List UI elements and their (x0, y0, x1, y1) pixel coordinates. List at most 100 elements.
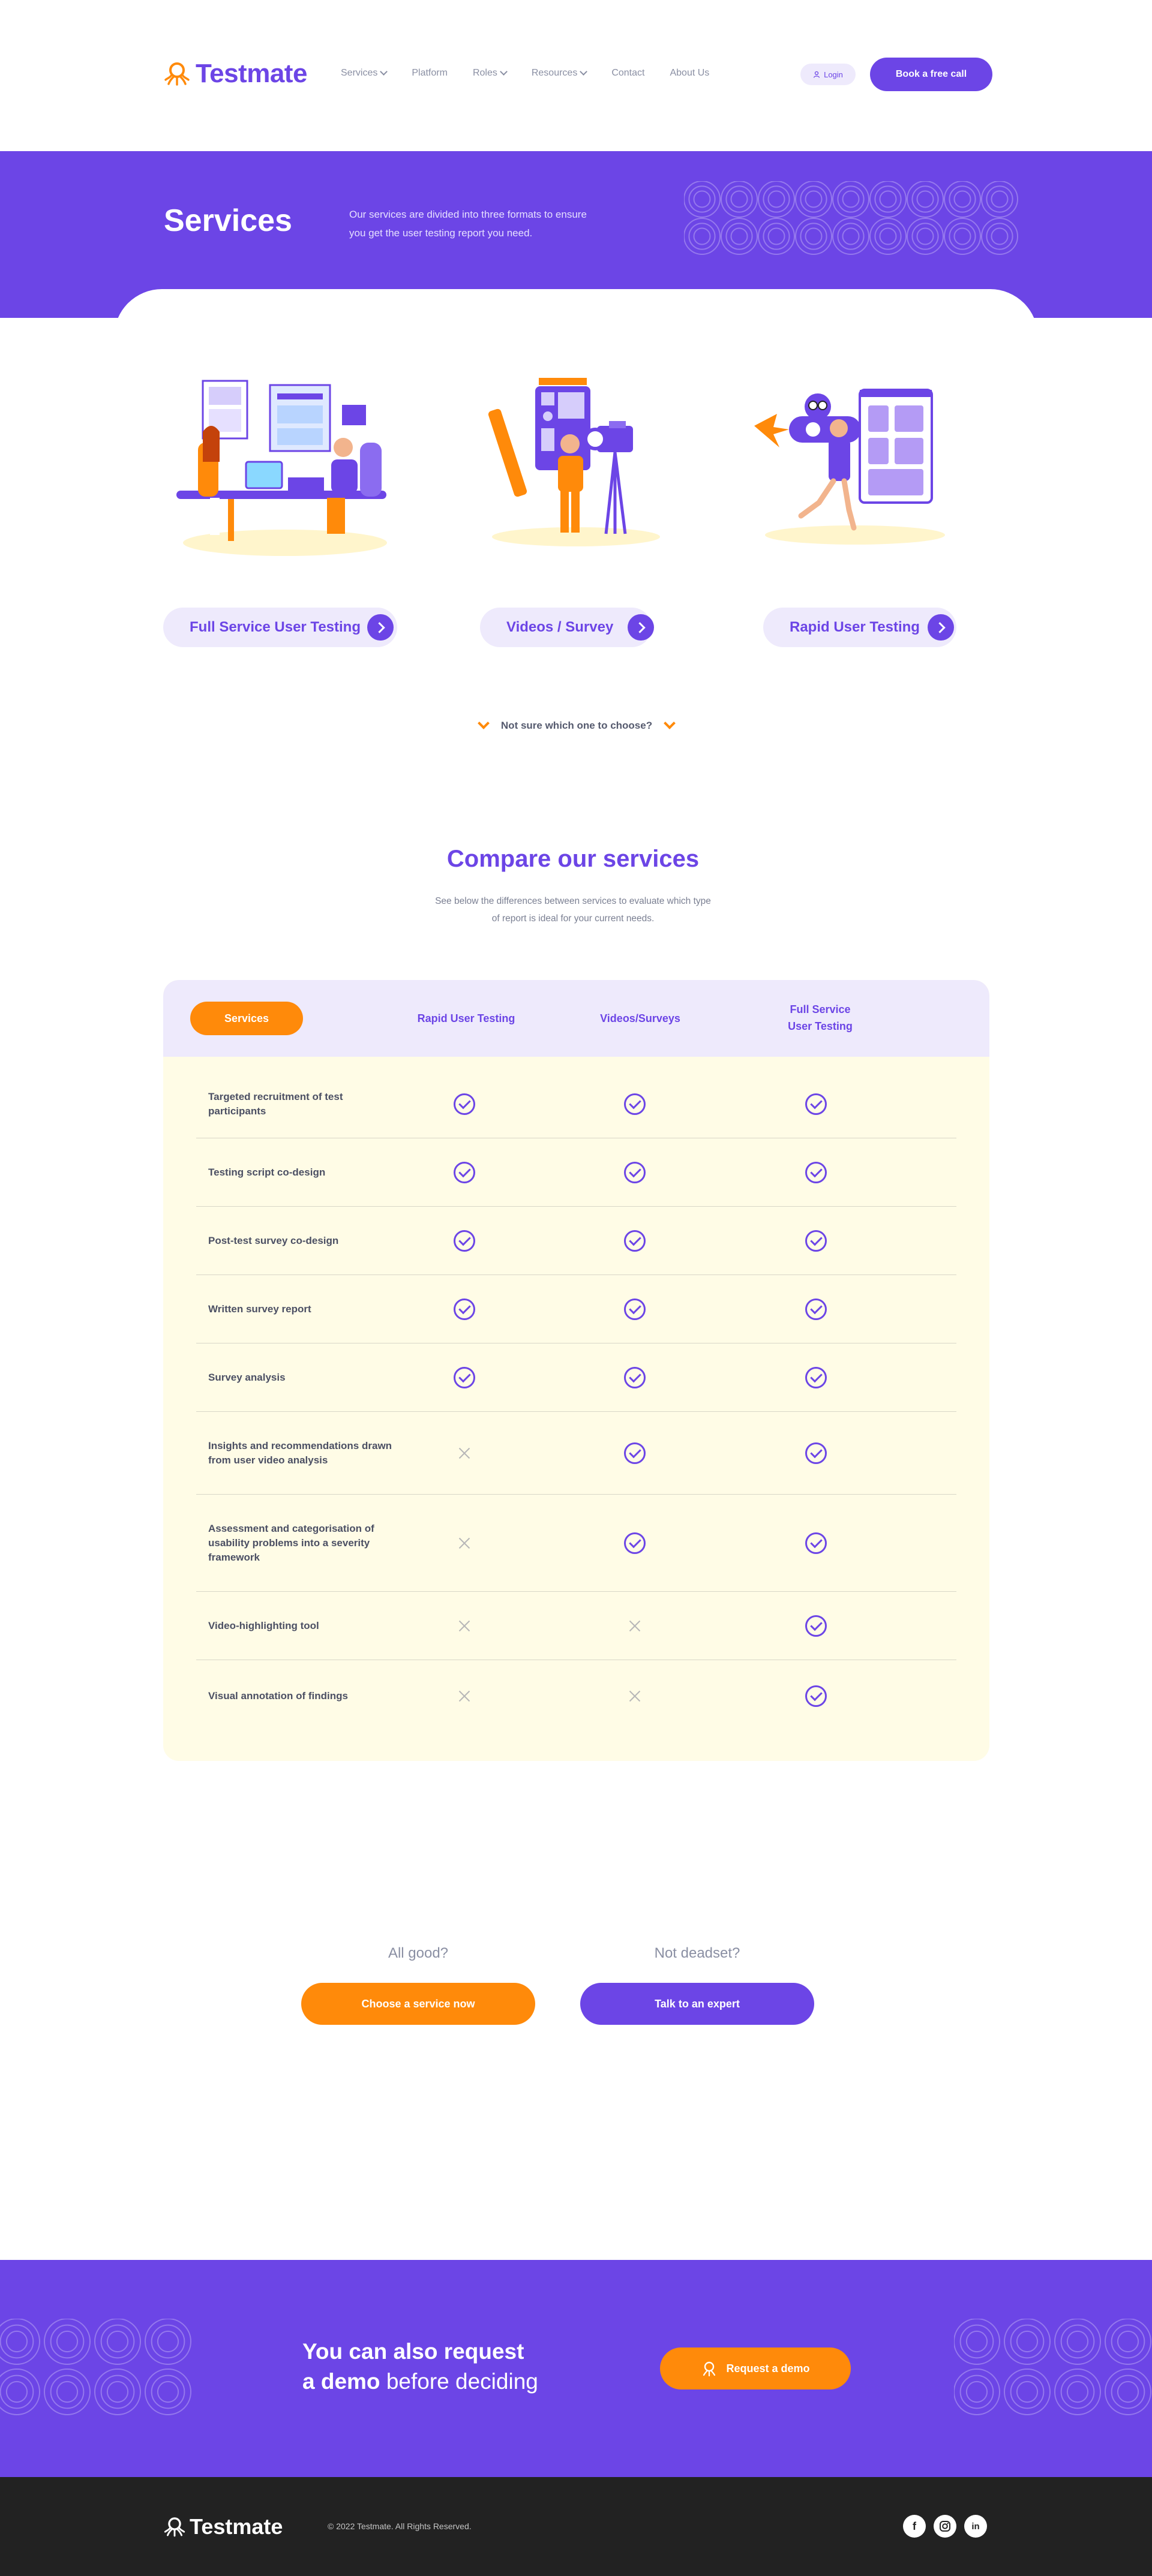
chevron-right-icon[interactable] (367, 614, 394, 641)
table-row: Insights and recommendations drawn from … (196, 1412, 956, 1495)
chevron-down-icon (478, 717, 490, 729)
cell-full-included (804, 1614, 828, 1638)
talk-expert-button[interactable]: Talk to an expert (580, 1983, 814, 2025)
instagram-icon[interactable] (934, 2515, 956, 2538)
cell-rapid-excluded (452, 1614, 476, 1638)
feature-label: Visual annotation of findings (208, 1690, 348, 1702)
demo-heading: You can also request a demo before decid… (302, 2337, 538, 2397)
request-demo-button[interactable]: Request a demo (660, 2347, 851, 2389)
video-survey-illustration (488, 378, 660, 546)
pattern-ring (949, 223, 976, 250)
check-icon (624, 1230, 646, 1252)
check-icon (805, 1532, 827, 1554)
cell-videos-included (623, 1531, 647, 1555)
nav-item-roles[interactable]: Roles (473, 68, 508, 79)
octopus-logo-icon (164, 2517, 185, 2537)
service-card-videos-survey[interactable]: Videos / Survey (480, 608, 652, 647)
cell-full-included (804, 1441, 828, 1465)
pattern-ring (1117, 2330, 1139, 2353)
login-button[interactable]: Login (800, 64, 856, 85)
check-icon (805, 1093, 827, 1115)
footer-logo[interactable]: Testmate (163, 2514, 283, 2539)
column-full-line2: User Testing (788, 1020, 853, 1032)
pattern-ring (5, 2330, 28, 2353)
book-call-button[interactable]: Book a free call (870, 58, 992, 91)
nav-label: Resources (531, 68, 578, 78)
pattern-ring (837, 223, 865, 250)
pattern-ring (879, 190, 897, 208)
cell-videos-excluded (623, 1614, 647, 1638)
cell-full-included (804, 1161, 828, 1185)
pattern-ring (916, 227, 934, 245)
pattern-ring (0, 2374, 34, 2409)
nav-item-contact[interactable]: Contact (611, 68, 644, 79)
table-row: Targeted recruitment of test participant… (196, 1070, 956, 1138)
not-sure-label: Not sure which one to choose? (500, 720, 653, 731)
circle-pattern-icon (684, 181, 1018, 255)
feature-label: Post-test survey co-design (208, 1235, 339, 1246)
user-icon (813, 71, 820, 78)
cell-rapid-included (452, 1366, 476, 1390)
pattern-ring (151, 2374, 185, 2409)
pattern-ring (842, 227, 860, 245)
pattern-ring (693, 190, 711, 208)
cell-full-included (804, 1684, 828, 1708)
table-row: Post-test survey co-design (196, 1207, 956, 1275)
check-icon (805, 1230, 827, 1252)
pattern-ring (763, 223, 790, 250)
check-icon (805, 1615, 827, 1637)
nav-label: Platform (412, 68, 448, 78)
pattern-ring (730, 227, 748, 245)
cell-videos-included (623, 1161, 647, 1185)
pattern-ring (842, 190, 860, 208)
pattern-ring (1111, 2324, 1145, 2359)
nav-item-platform[interactable]: Platform (412, 68, 448, 79)
check-icon (454, 1093, 475, 1115)
cell-rapid-included (452, 1092, 476, 1116)
logo[interactable]: Testmate (163, 59, 307, 89)
service-label: Videos / Survey (506, 619, 614, 635)
demo-banner: You can also request a demo before decid… (0, 2260, 1152, 2477)
cell-rapid-included (452, 1161, 476, 1185)
linkedin-icon[interactable]: in (964, 2515, 987, 2538)
feature-label: Insights and recommendations drawn from … (208, 1440, 392, 1466)
not-sure-toggle[interactable]: Not sure which one to choose? (465, 717, 688, 732)
check-icon (624, 1442, 646, 1464)
pattern-ring (965, 2380, 988, 2403)
cell-videos-excluded (623, 1684, 647, 1708)
column-rapid: Rapid User Testing (417, 1012, 515, 1024)
pattern-ring (1066, 2330, 1089, 2353)
pattern-ring (1016, 2330, 1039, 2353)
cell-full-included (804, 1092, 828, 1116)
feature-label: Assessment and categorisation of usabili… (208, 1523, 374, 1563)
pattern-ring (965, 2330, 988, 2353)
nav-item-resources[interactable]: Resources (531, 68, 588, 79)
table-row: Testing script co-design (196, 1138, 956, 1207)
nav-item-about[interactable]: About Us (670, 68, 709, 79)
chevron-down-icon (664, 717, 676, 729)
not-deadset-label: Not deadset? (654, 1945, 740, 1961)
check-icon (454, 1298, 475, 1320)
pattern-ring (50, 2374, 85, 2409)
pattern-ring (1010, 2324, 1045, 2359)
demo-line2-bold: a demo (302, 2369, 380, 2394)
table-row: Visual annotation of findings (196, 1660, 956, 1732)
service-card-full-service[interactable]: Full Service User Testing (163, 608, 397, 647)
pattern-ring (949, 185, 976, 213)
pattern-ring (767, 227, 785, 245)
facebook-icon[interactable]: f (903, 2515, 926, 2538)
table-header: Services Rapid User Testing Videos/Surve… (163, 980, 989, 1057)
feature-label: Survey analysis (208, 1372, 286, 1383)
nav-item-services[interactable]: Services (341, 68, 388, 79)
choose-service-button[interactable]: Choose a service now (301, 1983, 535, 2025)
team-working-illustration (176, 380, 387, 556)
cross-icon (458, 1620, 470, 1632)
pattern-ring (688, 185, 716, 213)
cell-rapid-excluded (452, 1684, 476, 1708)
chevron-right-icon[interactable] (628, 614, 654, 641)
hero-curve (114, 289, 1038, 361)
chevron-right-icon[interactable] (928, 614, 954, 641)
table-row: Written survey report (196, 1275, 956, 1343)
check-icon (454, 1367, 475, 1388)
request-demo-label: Request a demo (726, 2362, 810, 2374)
